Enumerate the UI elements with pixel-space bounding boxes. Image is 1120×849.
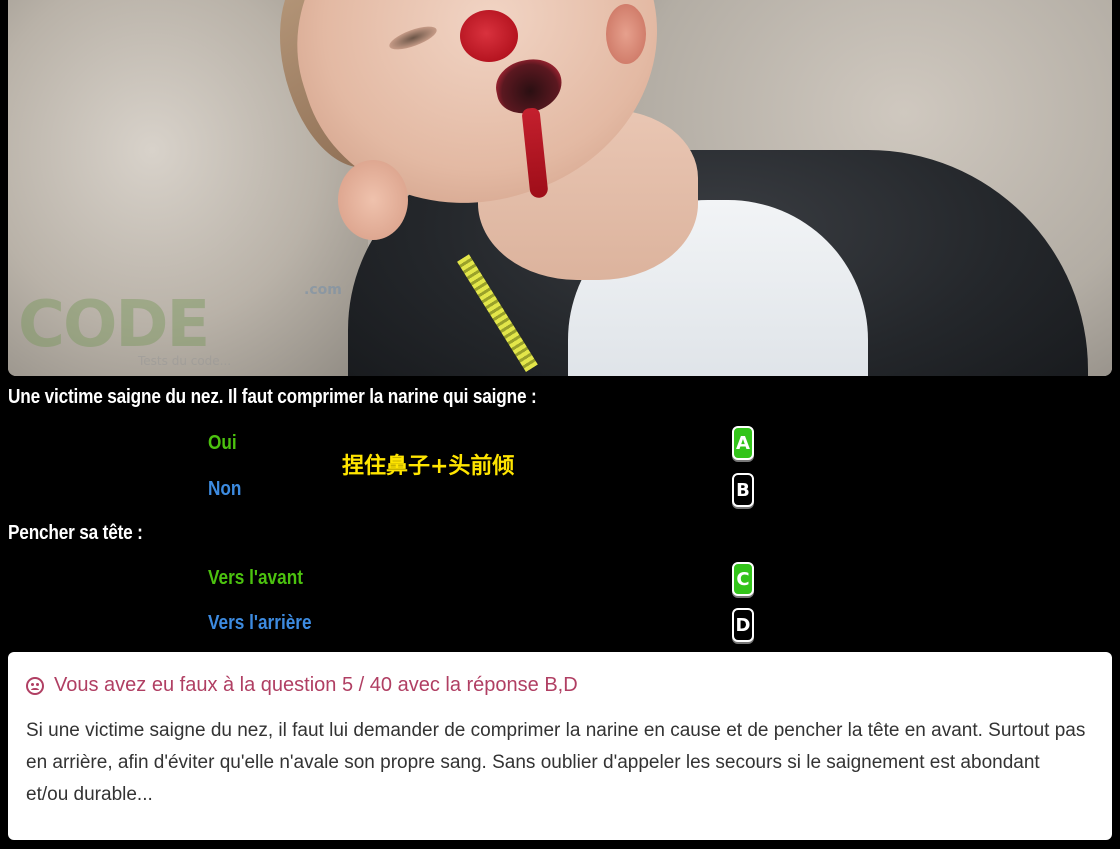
answer-key-a-button[interactable]: A — [732, 426, 754, 460]
result-explanation: Si une victime saigne du nez, il faut lu… — [26, 720, 1086, 805]
result-title-text: Vous avez eu faux à la question 5 / 40 a… — [54, 674, 578, 696]
answer-d-label[interactable]: Vers l'arrière — [208, 612, 312, 635]
question-2-text: Pencher sa tête : — [8, 522, 143, 544]
answer-c-label[interactable]: Vers l'avant — [208, 567, 303, 590]
watermark-com: .com — [304, 282, 342, 298]
sad-face-icon — [26, 676, 44, 695]
answer-b-label[interactable]: Non — [208, 478, 241, 501]
watermark-subtitle: Tests du code... — [138, 354, 232, 368]
answer-a-label[interactable]: Oui — [208, 432, 237, 455]
answer-key-c-button[interactable]: C — [732, 562, 754, 596]
photo-ear — [338, 160, 408, 240]
result-title: Vous avez eu faux à la question 5 / 40 a… — [26, 674, 1094, 697]
photo-bleeding-nose — [460, 10, 518, 62]
photo-ear-far — [606, 4, 646, 64]
watermark-brand: CODE — [18, 288, 210, 362]
question-1-text: Une victime saigne du nez. Il faut compr… — [8, 386, 537, 408]
quiz-page: CODE .com Tests du code... Une victime s… — [0, 0, 1120, 849]
answer-key-d-button[interactable]: D — [732, 608, 754, 642]
watermark-logo: CODE .com Tests du code... — [18, 282, 348, 372]
question-photo: CODE .com Tests du code... — [8, 0, 1112, 376]
result-panel: Vous avez eu faux à la question 5 / 40 a… — [8, 652, 1112, 840]
answer-key-b-button[interactable]: B — [732, 473, 754, 507]
handwritten-hint: 捏住鼻子+头前倾 — [342, 454, 515, 479]
